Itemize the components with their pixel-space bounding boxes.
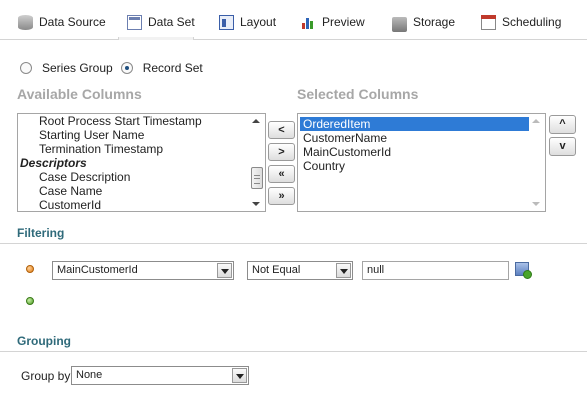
chevron-down-icon[interactable] [232, 368, 247, 383]
move-left-button[interactable]: < [268, 121, 295, 139]
move-all-left-button[interactable]: « [268, 165, 295, 183]
mode-selector: Series Group Record Set [20, 61, 211, 75]
add-filter-icon[interactable] [26, 297, 34, 305]
scroll-down-arrow-icon[interactable] [532, 202, 540, 206]
tab-data-source[interactable]: Data Source [18, 12, 106, 32]
list-group-header: Descriptors [20, 156, 87, 170]
chevron-down-icon[interactable] [336, 263, 351, 278]
tab-bar: Data Source Data Set Layout Preview Stor… [0, 0, 587, 40]
tab-label: Layout [240, 15, 277, 29]
database-icon [18, 14, 33, 30]
grouping-heading: Grouping [17, 334, 71, 348]
bar-chart-icon [301, 15, 316, 30]
list-item[interactable]: Country [300, 159, 529, 173]
filter-column-value: MainCustomerId [57, 264, 138, 276]
tab-label: Storage [413, 15, 456, 29]
record-set-label: Record Set [142, 61, 203, 75]
tab-preview[interactable]: Preview [301, 12, 365, 32]
list-item[interactable]: Case Description [18, 170, 249, 184]
move-all-right-button[interactable]: » [268, 187, 295, 205]
record-set-radio[interactable] [120, 62, 133, 74]
divider [0, 351, 587, 352]
series-group-radio[interactable] [20, 62, 32, 74]
series-group-label: Series Group [42, 61, 113, 75]
filtering-heading: Filtering [17, 226, 65, 240]
storage-drive-icon [392, 16, 407, 32]
scroll-thumb[interactable] [251, 167, 263, 189]
filter-column-select[interactable]: MainCustomerId [52, 261, 234, 280]
available-columns-list[interactable]: Root Process Start Timestamp Starting Us… [17, 113, 266, 212]
group-by-label: Group by [21, 369, 71, 383]
tab-scheduling[interactable]: Scheduling [481, 12, 561, 32]
tab-label: Preview [322, 15, 365, 29]
move-right-button[interactable]: > [268, 143, 295, 161]
scroll-up-arrow-icon[interactable] [532, 119, 540, 123]
calendar-icon [481, 14, 496, 30]
list-item[interactable]: MainCustomerId [300, 145, 529, 159]
tab-label: Data Set [148, 15, 195, 29]
list-item[interactable]: CustomerName [300, 131, 529, 145]
divider [0, 243, 587, 244]
list-item[interactable]: CustomerId [18, 198, 249, 211]
move-down-button[interactable]: v [549, 137, 576, 156]
add-filter-row-icon[interactable] [515, 262, 532, 279]
list-item[interactable]: Root Process Start Timestamp [18, 114, 249, 128]
tab-data-set[interactable]: Data Set [127, 12, 195, 32]
remove-filter-icon[interactable] [26, 265, 34, 273]
selected-columns-list[interactable]: OrderedItem CustomerName MainCustomerId … [297, 113, 546, 212]
layout-icon [219, 14, 234, 30]
scroll-up-arrow-icon[interactable] [252, 119, 260, 123]
chevron-down-icon[interactable] [217, 263, 232, 278]
filter-operator-select[interactable]: Not Equal [247, 261, 353, 280]
list-item-selected[interactable]: OrderedItem [300, 117, 529, 131]
group-by-value: None [76, 369, 103, 381]
tab-label: Data Source [39, 15, 106, 29]
tab-storage[interactable]: Storage [392, 12, 455, 32]
group-by-select[interactable]: None [71, 366, 249, 385]
filter-operator-value: Not Equal [252, 264, 301, 276]
list-item[interactable]: Case Name [18, 184, 249, 198]
dataset-icon [127, 14, 142, 30]
tab-layout[interactable]: Layout [219, 12, 276, 32]
tab-label: Scheduling [502, 15, 562, 29]
selected-columns-heading: Selected Columns [297, 86, 419, 102]
list-item[interactable]: Termination Timestamp [18, 142, 249, 156]
list-item[interactable]: Starting User Name [18, 128, 249, 142]
move-up-button[interactable]: ^ [549, 115, 576, 134]
selected-items: OrderedItem CustomerName MainCustomerId … [300, 117, 529, 211]
available-items: Root Process Start Timestamp Starting Us… [18, 114, 249, 211]
available-scrollbar[interactable] [249, 114, 265, 211]
selected-scrollbar[interactable] [529, 114, 545, 211]
available-columns-heading: Available Columns [17, 86, 142, 102]
active-tab-indicator [118, 37, 194, 40]
scroll-down-arrow-icon[interactable] [252, 202, 260, 206]
filter-value-input[interactable]: null [362, 261, 509, 280]
